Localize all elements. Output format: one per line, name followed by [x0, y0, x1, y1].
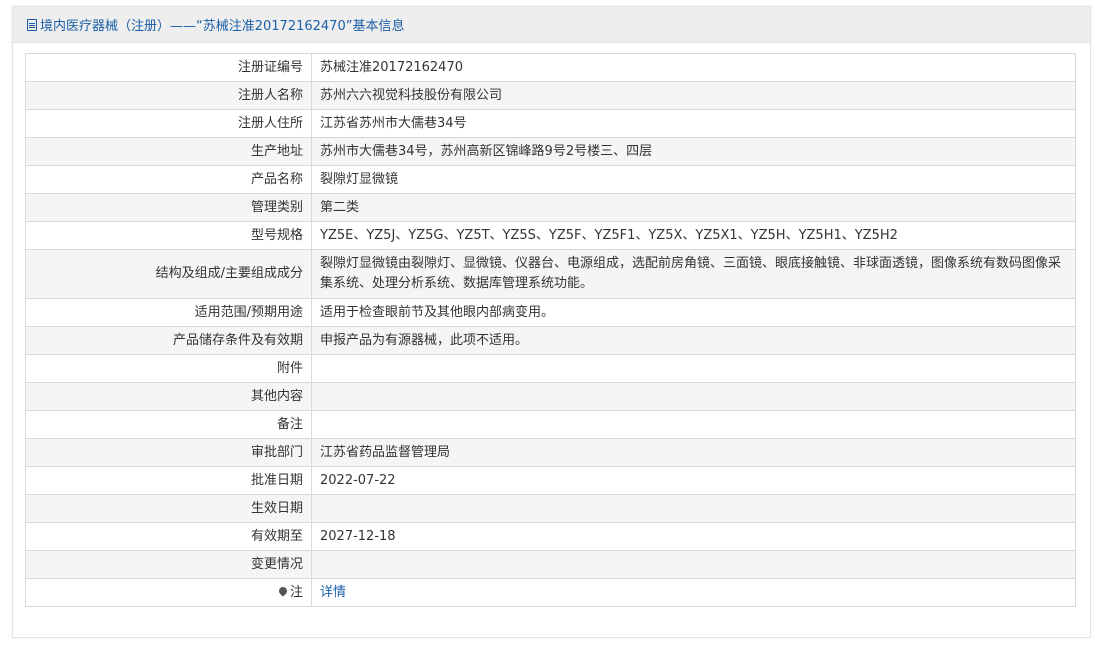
table-row: 结构及组成/主要组成成分 裂隙灯显微镜由裂隙灯、显微镜、仪器台、电源组成，选配前房… [25, 249, 1076, 299]
field-label: 结构及组成/主要组成成分 [25, 249, 312, 299]
field-value: 江苏省苏州市大儒巷34号 [311, 109, 1076, 138]
field-label: 备注 [25, 410, 312, 439]
field-value [311, 550, 1076, 579]
field-label: 附件 [25, 354, 312, 383]
field-value: 裂隙灯显微镜由裂隙灯、显微镜、仪器台、电源组成，选配前房角镜、三面镜、眼底接触镜… [311, 249, 1076, 299]
table-row: 附件 [25, 354, 1076, 383]
note-label-cell: 注 [25, 578, 312, 607]
table-row: 型号规格 YZ5E、YZ5J、YZ5G、YZ5T、YZ5S、YZ5F、YZ5F1、… [25, 221, 1076, 250]
field-label: 型号规格 [25, 221, 312, 250]
field-label: 审批部门 [25, 438, 312, 467]
table-row: 有效期至 2027-12-18 [25, 522, 1076, 551]
table-row-note: 注 详情 [25, 578, 1076, 607]
table-row: 审批部门 江苏省药品监督管理局 [25, 438, 1076, 467]
field-label: 适用范围/预期用途 [25, 298, 312, 327]
field-value: 苏州市大儒巷34号，苏州高新区锦峰路9号2号楼三、四层 [311, 137, 1076, 166]
note-label: 注 [289, 584, 303, 600]
field-value: 申报产品为有源器械，此项不适用。 [311, 326, 1076, 355]
field-value: 苏械注准20172162470 [311, 53, 1076, 82]
field-label: 管理类别 [25, 193, 312, 222]
table-row: 产品名称 裂隙灯显微镜 [25, 165, 1076, 194]
field-label: 有效期至 [25, 522, 312, 551]
field-value: 2027-12-18 [311, 522, 1076, 551]
table-row: 生效日期 [25, 494, 1076, 523]
table-row: 管理类别 第二类 [25, 193, 1076, 222]
field-value: 第二类 [311, 193, 1076, 222]
table-row: 其他内容 [25, 382, 1076, 411]
field-value [311, 410, 1076, 439]
panel-title: 境内医疗器械（注册）——“苏械注准20172162470”基本信息 [40, 19, 405, 34]
field-value: 江苏省药品监督管理局 [311, 438, 1076, 467]
table-row: 注册人住所 江苏省苏州市大儒巷34号 [25, 109, 1076, 138]
table-row: 产品储存条件及有效期 申报产品为有源器械，此项不适用。 [25, 326, 1076, 355]
field-value: 裂隙灯显微镜 [311, 165, 1076, 194]
field-value: 苏州六六视觉科技股份有限公司 [311, 81, 1076, 110]
field-value: YZ5E、YZ5J、YZ5G、YZ5T、YZ5S、YZ5F、YZ5F1、YZ5X… [311, 221, 1076, 250]
field-value [311, 494, 1076, 523]
field-label: 注册证编号 [25, 53, 312, 82]
info-table-body: 注册证编号 苏械注准20172162470 注册人名称 苏州六六视觉科技股份有限公司注… [25, 53, 1076, 607]
info-panel: 境内医疗器械（注册）——“苏械注准20172162470”基本信息 注册证编号苏… [12, 6, 1091, 638]
details-link[interactable]: 详情 [320, 585, 346, 600]
field-label: 其他内容 [25, 382, 312, 411]
field-value: 适用于检查眼前节及其他眼内部病变用。 [311, 298, 1076, 327]
table-row: 适用范围/预期用途 适用于检查眼前节及其他眼内部病变用。 [25, 298, 1076, 327]
table-row: 注册人名称 苏州六六视觉科技股份有限公司 [25, 81, 1076, 110]
table-row: 备注 [25, 410, 1076, 439]
field-label: 产品名称 [25, 165, 312, 194]
field-label: 产品储存条件及有效期 [25, 326, 312, 355]
table-row: 变更情况 [25, 550, 1076, 579]
table-row: 注册证编号 苏械注准20172162470 [25, 53, 1076, 82]
field-label: 批准日期 [25, 466, 312, 495]
table-row: 批准日期 2022-07-22 [25, 466, 1076, 495]
field-label: 生产地址 [25, 137, 312, 166]
info-table: 注册证编号 苏械注准20172162470 注册人名称 苏州六六视觉科技股份有限公司注… [25, 53, 1076, 607]
field-label: 变更情况 [25, 550, 312, 579]
table-row: 生产地址 苏州市大儒巷34号，苏州高新区锦峰路9号2号楼三、四层 [25, 137, 1076, 166]
panel-header: 境内医疗器械（注册）——“苏械注准20172162470”基本信息 [13, 7, 1090, 43]
field-value [311, 382, 1076, 411]
document-icon [27, 19, 37, 31]
pin-icon [277, 585, 289, 597]
field-value: 2022-07-22 [311, 466, 1076, 495]
note-value-cell: 详情 [311, 578, 1076, 607]
field-label: 生效日期 [25, 494, 312, 523]
field-label: 注册人名称 [25, 81, 312, 110]
field-label: 注册人住所 [25, 109, 312, 138]
field-value [311, 354, 1076, 383]
